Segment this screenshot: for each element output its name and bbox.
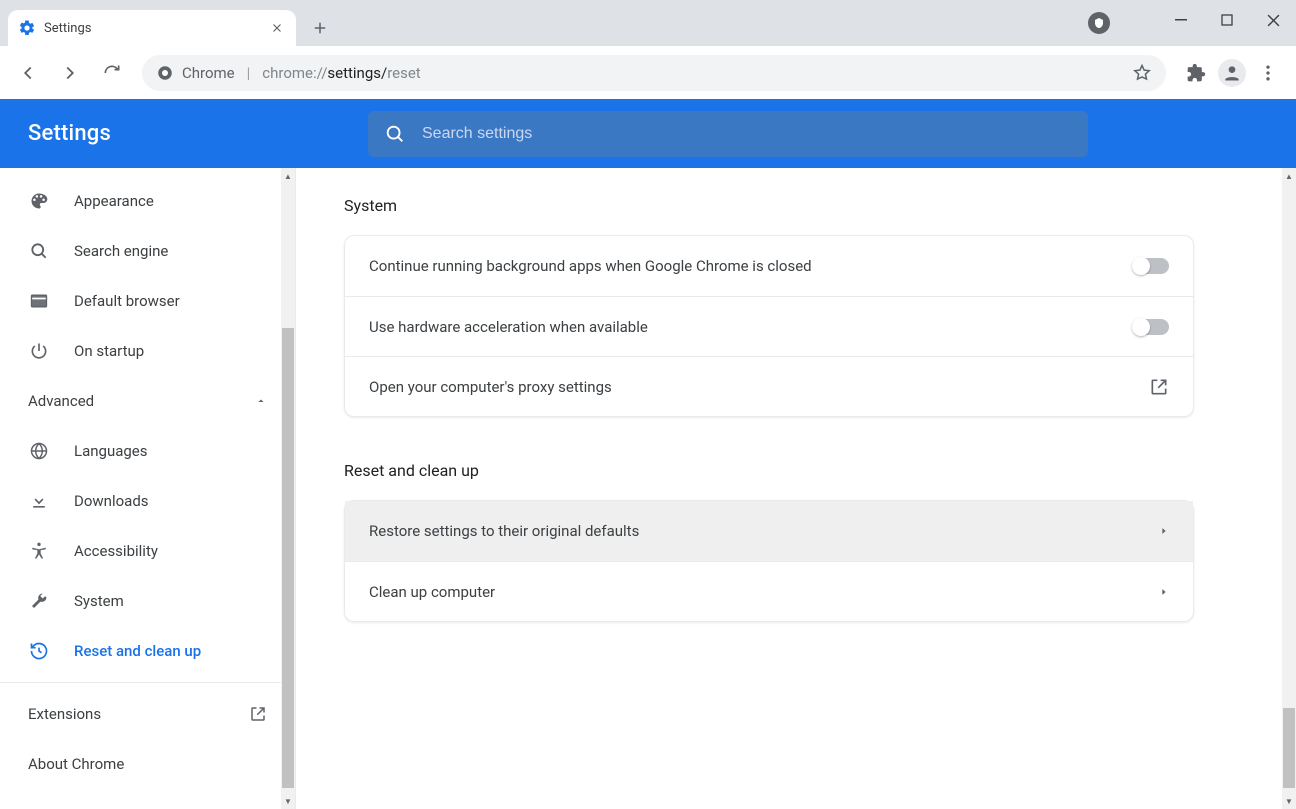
row-hardware-accel[interactable]: Use hardware acceleration when available [345, 296, 1193, 356]
sidebar-item-search-engine[interactable]: Search engine [0, 226, 285, 276]
advanced-label: Advanced [28, 392, 94, 410]
row-label: Clean up computer [369, 583, 495, 601]
chevron-right-icon [1159, 587, 1169, 597]
minimize-button[interactable] [1158, 0, 1204, 40]
accessibility-icon [28, 540, 50, 562]
back-button[interactable] [10, 55, 46, 91]
settings-search-input[interactable] [422, 125, 1072, 143]
row-label: Use hardware acceleration when available [369, 318, 648, 336]
sidebar-item-on-startup[interactable]: On startup [0, 326, 285, 376]
chevron-up-icon [255, 395, 267, 407]
reload-button[interactable] [94, 55, 130, 91]
browser-chrome: Settings [0, 0, 1296, 99]
omnibox-origin: Chrome [182, 64, 235, 82]
restore-icon [28, 640, 50, 662]
row-proxy-settings[interactable]: Open your computer's proxy settings [345, 356, 1193, 416]
content: Appearance Search engine Default browser… [0, 168, 1296, 809]
bookmark-star-icon[interactable] [1132, 63, 1152, 83]
sidebar-item-label: On startup [74, 342, 144, 360]
omnibox-url: chrome://settings/reset [262, 64, 420, 82]
row-label: Open your computer's proxy settings [369, 378, 612, 396]
sidebar-item-default-browser[interactable]: Default browser [0, 276, 285, 326]
power-icon [28, 340, 50, 362]
launch-icon [1149, 377, 1169, 397]
tab-strip: Settings [0, 0, 1296, 46]
address-bar[interactable]: Chrome | chrome://settings/reset [142, 55, 1166, 91]
search-icon [384, 123, 406, 145]
sidebar-item-about[interactable]: About Chrome [0, 739, 295, 789]
row-background-apps[interactable]: Continue running background apps when Go… [345, 236, 1193, 296]
browser-icon [28, 290, 50, 312]
chevron-right-icon [1159, 526, 1169, 536]
close-icon[interactable] [268, 19, 286, 37]
profile-avatar[interactable] [1218, 59, 1246, 87]
section-title-reset: Reset and clean up [344, 461, 1194, 480]
search-icon [28, 240, 50, 262]
sidebar-item-label: Accessibility [74, 542, 158, 560]
tab-title: Settings [44, 21, 260, 36]
settings-search[interactable] [368, 111, 1088, 157]
sidebar-item-label: Search engine [74, 242, 168, 260]
globe-icon [28, 440, 50, 462]
settings-header: Settings [0, 99, 1296, 168]
chrome-page-icon [156, 64, 174, 82]
sidebar-item-label: Languages [74, 442, 148, 460]
sidebar-item-extensions[interactable]: Extensions [0, 689, 295, 739]
browser-tab[interactable]: Settings [8, 10, 296, 46]
scrollbar-thumb[interactable] [282, 328, 294, 788]
sidebar-item-label: Appearance [74, 192, 154, 210]
divider [0, 682, 295, 683]
scroll-up-icon[interactable]: ▲ [281, 168, 295, 184]
section-title-system: System [344, 196, 1194, 215]
sidebar-scrollbar[interactable]: ▲ ▼ [281, 168, 295, 809]
extensions-icon[interactable] [1178, 55, 1214, 91]
row-restore-defaults[interactable]: Restore settings to their original defau… [345, 501, 1193, 561]
sidebar-item-label: Default browser [74, 292, 180, 310]
maximize-button[interactable] [1204, 0, 1250, 40]
scroll-down-icon[interactable]: ▼ [281, 793, 295, 809]
toolbar-right [1178, 55, 1286, 91]
scroll-up-icon[interactable]: ▲ [1282, 168, 1296, 184]
main-panel: System Continue running background apps … [296, 168, 1296, 809]
sidebar-item-label: Downloads [74, 492, 149, 510]
toggle-switch[interactable] [1133, 258, 1169, 274]
sidebar-item-appearance[interactable]: Appearance [0, 176, 285, 226]
scroll-down-icon[interactable]: ▼ [1282, 793, 1296, 809]
sidebar-item-languages[interactable]: Languages [0, 426, 285, 476]
sidebar: Appearance Search engine Default browser… [0, 168, 296, 809]
sidebar-item-downloads[interactable]: Downloads [0, 476, 285, 526]
window-controls [1158, 0, 1296, 40]
wrench-icon [28, 590, 50, 612]
new-tab-button[interactable] [306, 14, 334, 42]
download-icon [28, 490, 50, 512]
extensions-label: Extensions [28, 705, 101, 723]
sidebar-item-system[interactable]: System [0, 576, 285, 626]
sidebar-item-label: Reset and clean up [74, 642, 201, 660]
omnibox-separator: | [247, 64, 251, 82]
sidebar-item-accessibility[interactable]: Accessibility [0, 526, 285, 576]
main-scrollbar[interactable]: ▲ ▼ [1282, 168, 1296, 809]
browser-toolbar: Chrome | chrome://settings/reset [0, 46, 1296, 99]
close-window-button[interactable] [1250, 0, 1296, 40]
palette-icon [28, 190, 50, 212]
scrollbar-thumb[interactable] [1283, 708, 1295, 788]
toggle-switch[interactable] [1133, 319, 1169, 335]
kebab-menu-icon[interactable] [1250, 55, 1286, 91]
system-card: Continue running background apps when Go… [344, 235, 1194, 417]
sidebar-advanced-toggle[interactable]: Advanced [0, 376, 295, 426]
about-label: About Chrome [28, 755, 124, 773]
page-title: Settings [28, 121, 328, 146]
forward-button[interactable] [52, 55, 88, 91]
reset-card: Restore settings to their original defau… [344, 500, 1194, 622]
profile-badge-icon[interactable] [1088, 12, 1110, 34]
gear-icon [18, 19, 36, 37]
row-label: Restore settings to their original defau… [369, 522, 639, 540]
launch-icon [249, 705, 267, 723]
row-clean-up[interactable]: Clean up computer [345, 561, 1193, 621]
sidebar-item-label: System [74, 592, 124, 610]
sidebar-item-reset[interactable]: Reset and clean up [0, 626, 285, 676]
row-label: Continue running background apps when Go… [369, 257, 812, 275]
